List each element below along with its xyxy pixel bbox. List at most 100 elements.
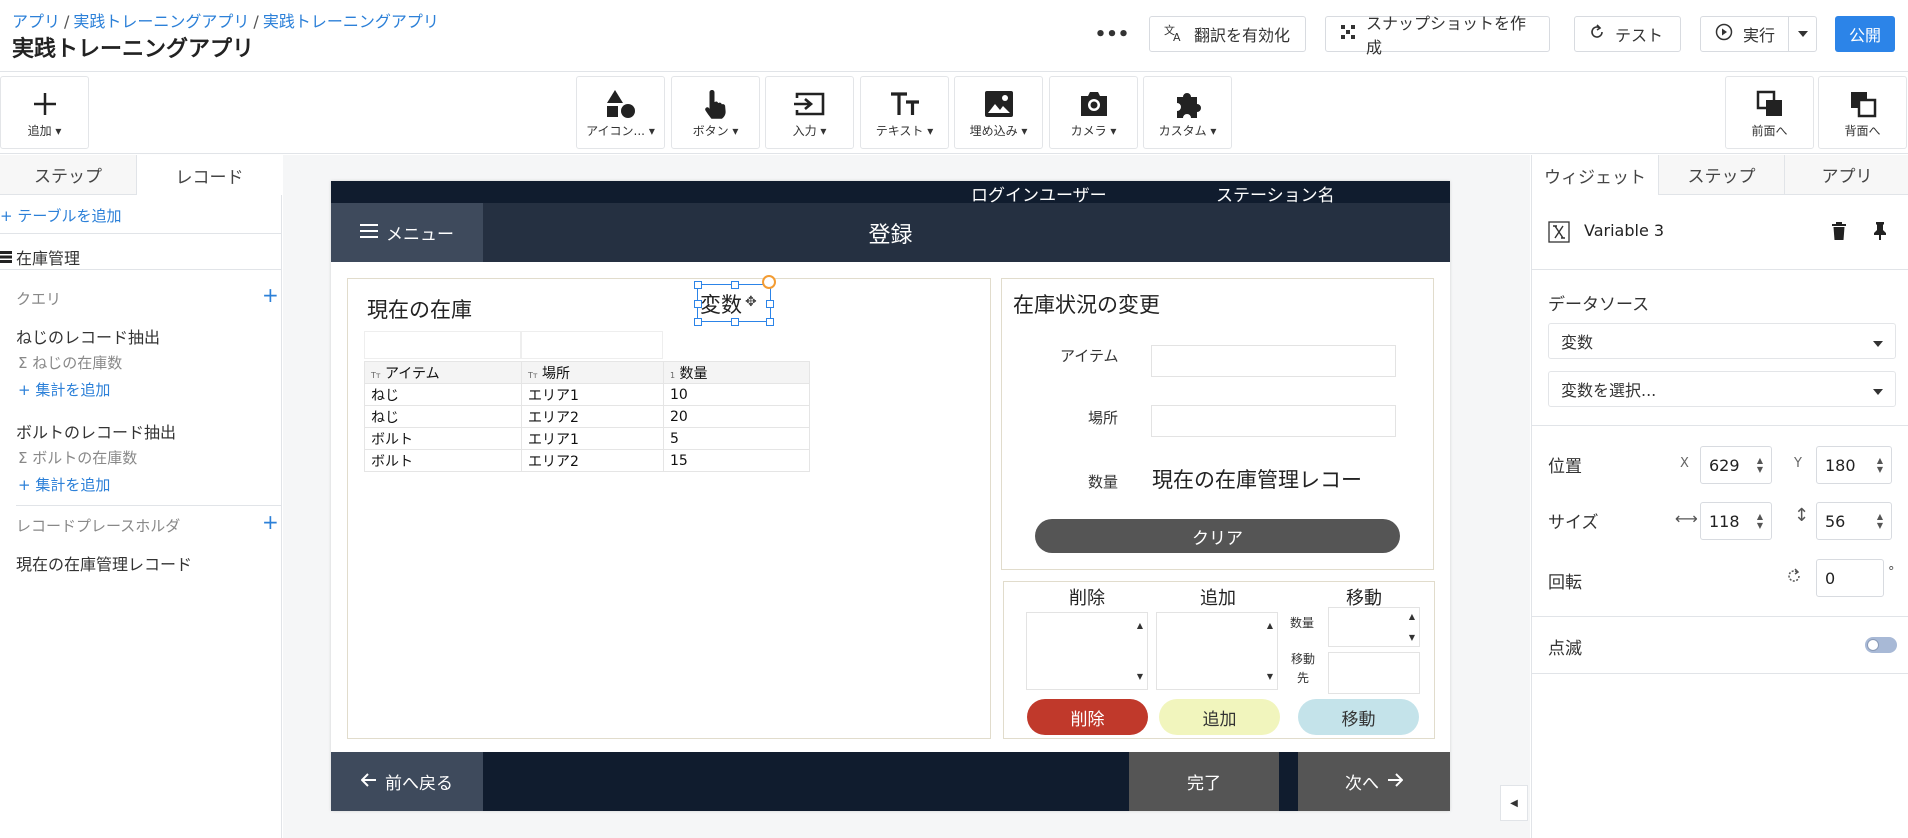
aggregate-item[interactable]: Σ ねじの在庫数 [18,352,122,373]
tool-button-button[interactable]: ボタン ▾ [671,76,760,149]
position-y-input[interactable]: 180 ▲ ▼ [1816,446,1892,484]
add-quantity-stepper[interactable]: ▲ ▼ [1156,612,1278,690]
aggregate-item[interactable]: Σ ボルトの在庫数 [18,447,137,468]
resize-handle[interactable] [694,281,702,289]
resize-handle[interactable] [731,281,739,289]
variable-select[interactable]: 変数を選択... [1548,371,1896,407]
variable-widget-selected[interactable]: 変数 ✥ [694,275,776,326]
position-x-input[interactable]: 629 ▲ ▼ [1700,446,1772,484]
stepper-icon[interactable]: ▲ ▼ [1757,456,1763,474]
rotation-input[interactable]: 0 [1816,559,1884,597]
tool-custom-button[interactable]: カスタム ▾ [1143,76,1232,149]
tab-records[interactable]: レコード [137,155,282,195]
publish-button[interactable]: 公開 [1835,16,1895,52]
add-table-link[interactable]: + テーブルを追加 [0,205,121,226]
quantity-value: 現在の在庫管理レコー [1152,468,1362,492]
breadcrumb-item-app-page[interactable]: 実践トレーニングアプリ [263,12,439,31]
column-header-item[interactable]: Tт アイテム [364,361,522,384]
rotate-handle[interactable] [762,275,776,289]
table-row[interactable]: ねじ エリア1 10 [364,383,810,406]
query-item[interactable]: ボルトのレコード抽出 [16,419,176,443]
item-input[interactable] [1151,345,1396,377]
stepper-down-icon[interactable]: ▼ [1267,672,1273,681]
tab-app[interactable]: アプリ [1784,155,1908,195]
move-button[interactable]: 移動 [1298,699,1419,735]
move-destination-input[interactable] [1328,652,1420,694]
tool-text-button[interactable]: テキスト ▾ [860,76,949,149]
stepper-down-icon[interactable]: ▼ [1137,672,1143,681]
table-item[interactable]: 在庫管理 [0,245,80,269]
add-query-plus-icon[interactable]: + [262,283,279,307]
add-aggregate-link[interactable]: + 集計を追加 [18,474,110,495]
done-button[interactable]: 完了 [1129,752,1279,811]
enable-translation-label: 翻訳を有効化 [1194,26,1291,45]
stepper-up-icon[interactable]: ▲ [1137,621,1143,630]
bring-to-front-button[interactable]: 前面へ [1725,76,1814,149]
tab-steps[interactable]: ステップ [0,155,137,195]
datasource-select[interactable]: 変数 [1548,323,1896,359]
move-quantity-stepper[interactable]: ▲ ▼ [1328,607,1420,647]
table-filter-cell[interactable] [364,331,521,359]
tool-input-button[interactable]: 入力 ▾ [765,76,854,149]
run-button[interactable]: 実行 [1700,16,1817,52]
collapse-panel-chevron-icon[interactable]: ◀ [1500,785,1528,821]
tab-step[interactable]: ステップ [1658,155,1784,195]
screen-title: 登録 [868,222,913,248]
enable-translation-button[interactable]: 文A 翻訳を有効化 [1149,16,1306,52]
right-panel: ウィジェット ステップ アプリ Variable 3 データソース 変数 変数を… [1531,155,1908,838]
stepper-up-icon[interactable]: ▲ [1267,621,1273,630]
run-dropdown-chevron-icon[interactable] [1788,17,1816,51]
resize-handle[interactable] [731,318,739,326]
blink-toggle[interactable] [1865,637,1897,653]
size-width-input[interactable]: 118 ▲ ▼ [1700,502,1772,540]
delete-button[interactable]: 削除 [1027,699,1148,735]
test-button[interactable]: テスト [1574,16,1681,52]
tool-camera-button[interactable]: カメラ ▾ [1049,76,1138,149]
resize-handle[interactable] [694,318,702,326]
delete-quantity-stepper[interactable]: ▲ ▼ [1026,612,1148,690]
tool-embed-button[interactable]: 埋め込み ▾ [954,76,1043,149]
table-row[interactable]: ねじ エリア2 20 [364,405,810,428]
table-filter-cell[interactable] [521,331,663,359]
query-item[interactable]: ねじのレコード抽出 [16,324,160,348]
resize-handle[interactable] [766,318,774,326]
menu-button[interactable]: メニュー [331,203,483,262]
clear-button[interactable]: クリア [1035,519,1400,553]
breadcrumb-item-app[interactable]: 実践トレーニングアプリ [73,12,249,31]
placeholder-item[interactable]: 現在の在庫管理レコード [16,551,192,575]
resize-handle[interactable] [694,300,702,308]
add-widget-button[interactable]: 追加 ▾ [0,76,89,149]
size-height-input[interactable]: 56 ▲ ▼ [1816,502,1892,540]
plus-icon: + [18,476,31,494]
resize-handle[interactable] [766,300,774,308]
breadcrumb-item-apps[interactable]: アプリ [12,12,60,31]
tab-widget[interactable]: ウィジェット [1532,155,1658,195]
trash-icon[interactable] [1832,222,1846,244]
stepper-icon[interactable]: ▲ ▼ [1757,512,1763,530]
send-to-back-button[interactable]: 背面へ [1818,76,1907,149]
location-label: 場所 [1088,409,1119,427]
location-input[interactable] [1151,405,1396,437]
add-aggregate-link[interactable]: + 集計を追加 [18,379,110,400]
screen-title-bar: メニュー 登録 [331,203,1450,262]
table-row[interactable]: ボルト エリア1 5 [364,427,810,450]
column-header-quantity[interactable]: 1 数量 [663,361,810,384]
back-button[interactable]: 前へ戻る [331,752,483,811]
rotation-value: 0 [1825,568,1836,588]
datasource-label: データソース [1548,295,1650,315]
table-row[interactable]: ボルト エリア2 15 [364,449,810,472]
image-icon [984,86,1014,122]
stepper-up-icon[interactable]: ▲ [1409,612,1415,621]
add-button[interactable]: 追加 [1159,699,1280,735]
stepper-icon[interactable]: ▲ ▼ [1877,512,1883,530]
add-placeholder-plus-icon[interactable]: + [262,510,279,534]
stepper-down-icon[interactable]: ▼ [1409,633,1415,642]
tool-icon-button[interactable]: アイコン... ▾ [576,76,665,149]
create-snapshot-button[interactable]: スナップショットを作成 [1325,14,1550,57]
more-options-button[interactable]: ••• [1095,20,1130,48]
table-cell: 5 [663,427,810,450]
next-button[interactable]: 次へ [1298,752,1450,811]
stepper-icon[interactable]: ▲ ▼ [1877,456,1883,474]
pin-icon[interactable] [1872,222,1888,244]
column-header-location[interactable]: Tт 場所 [521,361,664,384]
